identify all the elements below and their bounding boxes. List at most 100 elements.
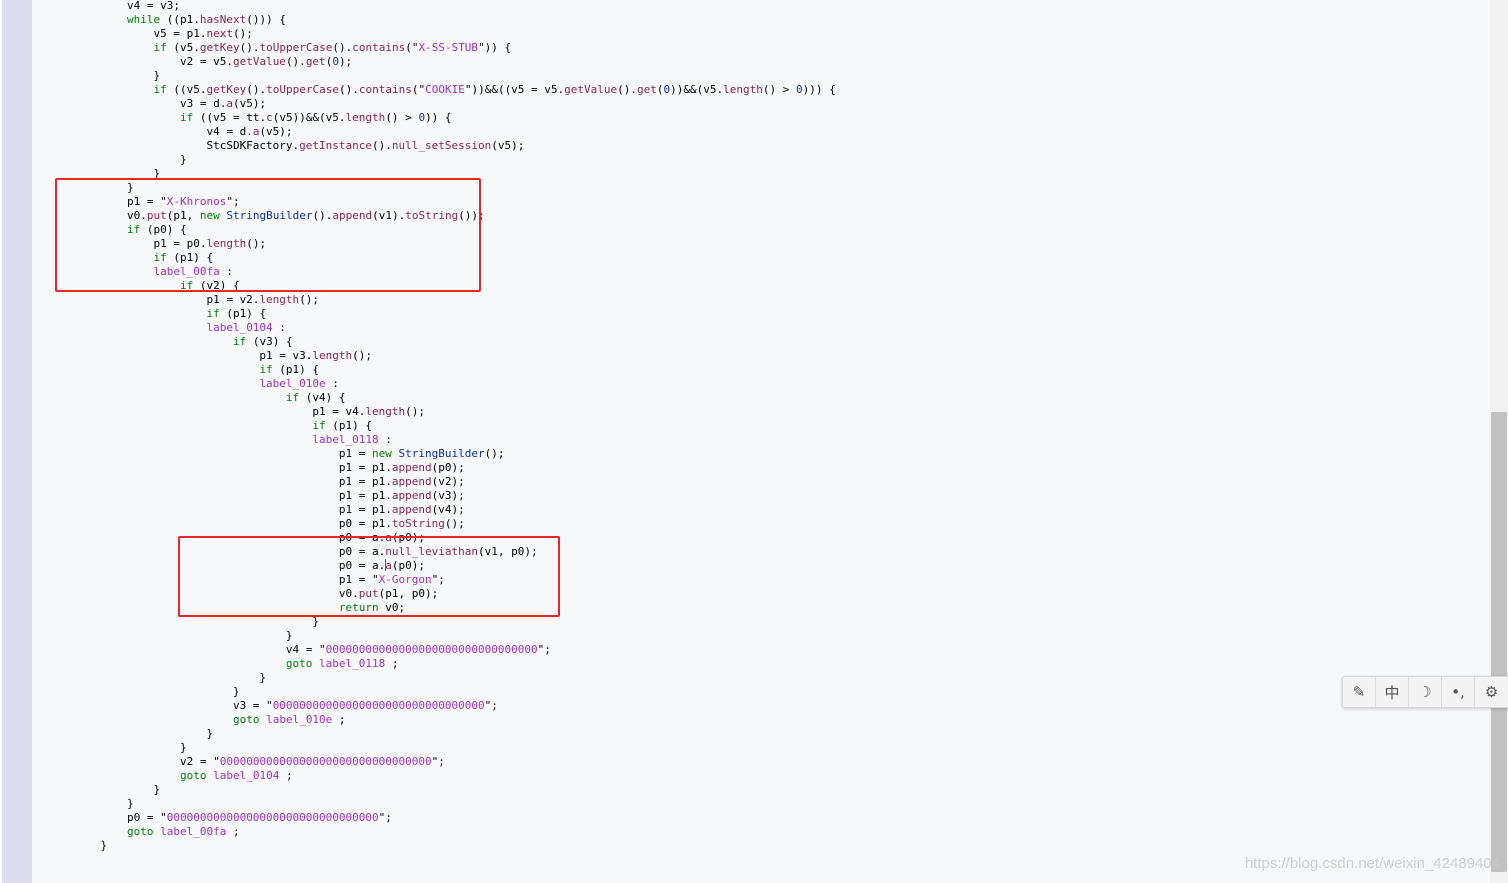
code-token: get <box>305 55 326 68</box>
code-token: label_0118 <box>319 657 386 670</box>
code-line: } <box>74 727 836 741</box>
code-token: (p0); <box>391 559 426 572</box>
code-token: ; <box>226 825 240 838</box>
code-line: label_010e : <box>74 377 836 391</box>
code-token: append <box>391 489 432 502</box>
code-token: label_0104 <box>213 769 280 782</box>
code-token: (); <box>232 27 253 40</box>
scrollbar-thumb[interactable] <box>1491 412 1507 872</box>
code-token: ((v5 = tt. <box>193 111 267 124</box>
code-token: p1 = p1. <box>74 489 392 502</box>
code-token: label_010e <box>259 377 326 390</box>
code-line: p1 = v3.length(); <box>74 349 836 363</box>
punctuation-button[interactable]: •, <box>1442 677 1475 707</box>
code-token: 00000000000000000000000000000000 <box>219 755 432 768</box>
code-token: v5 = p1. <box>74 27 207 40</box>
language-zh-button[interactable]: 中 <box>1376 677 1409 707</box>
code-token: ; <box>385 657 399 670</box>
code-line: } <box>74 615 836 629</box>
code-token: (p1) { <box>219 307 267 320</box>
code-token: label_010e <box>266 713 333 726</box>
code-token: p1 = p0. <box>74 237 207 250</box>
code-token: StringBuilder <box>226 209 313 222</box>
code-token: new <box>199 209 220 222</box>
code-line: p0 = p1.toString(); <box>74 517 836 531</box>
code-token: ))) { <box>802 83 836 96</box>
code-token: if <box>206 307 220 320</box>
code-line: } <box>74 167 836 181</box>
code-token: append <box>332 209 373 222</box>
code-token: "; <box>431 755 445 768</box>
code-token: if <box>126 223 141 236</box>
edit-icon-icon: ✎ <box>1352 683 1366 701</box>
code-line: if (v3) { <box>74 335 836 349</box>
code-line: p0 = "00000000000000000000000000000000"; <box>74 811 836 825</box>
code-token: v2 = " <box>74 755 220 768</box>
code-line: goto label_00fa ; <box>74 825 836 839</box>
code-token: (" <box>405 41 419 54</box>
code-line: v2 = v5.getValue().get(0); <box>74 55 836 69</box>
code-line: if (v2) { <box>74 279 836 293</box>
code-token: () > <box>385 111 419 124</box>
code-token: toString <box>391 517 445 530</box>
code-token: } <box>74 839 108 852</box>
code-token: a <box>385 559 392 572</box>
code-token: (); <box>299 293 320 306</box>
code-token: getValue <box>232 55 286 68</box>
code-token: get <box>637 83 657 96</box>
code-token: p1 = " <box>74 195 167 208</box>
code-token: } <box>74 741 187 754</box>
code-line: v0.put(p1, new StringBuilder().append(v1… <box>74 209 836 223</box>
code-token: : <box>378 433 392 446</box>
night-mode-button[interactable]: ☽ <box>1409 677 1442 707</box>
code-token: : <box>219 265 233 278</box>
code-token: getValue <box>564 83 618 96</box>
code-line: if (v4) { <box>74 391 836 405</box>
code-line: return v0; <box>74 601 836 615</box>
punctuation-icon: •, <box>1451 683 1465 701</box>
code-line: v4 = v3; <box>74 0 836 13</box>
code-line: v4 = d.a(v5); <box>74 125 836 139</box>
code-token: label_0118 <box>312 433 379 446</box>
code-token: (v1, p0); <box>477 545 538 558</box>
code-token: (); <box>444 517 465 530</box>
code-token: (); <box>484 447 505 460</box>
code-token: p0 = a. <box>74 531 386 544</box>
code-token: X-SS-STUB <box>418 41 479 54</box>
code-token: put <box>358 587 379 600</box>
code-line: p1 = p1.append(v2); <box>74 475 836 489</box>
code-line: p1 = p1.append(v4); <box>74 503 836 517</box>
code-token: p0 = p1. <box>74 517 392 530</box>
code-viewer[interactable]: v4 = v3; while ((p1.hasNext())) { v5 = p… <box>32 0 1490 883</box>
edit-icon-button[interactable]: ✎ <box>1343 677 1376 707</box>
code-token: (" <box>411 83 426 96</box>
code-line: goto label_010e ; <box>74 713 836 727</box>
code-token: p1 = v3. <box>74 349 313 362</box>
code-token: (p1, <box>166 209 200 222</box>
code-token: (). <box>332 41 353 54</box>
code-token: v4 = v3; <box>74 0 180 12</box>
code-token: )) { <box>425 111 452 124</box>
code-token: label_00fa <box>153 265 220 278</box>
editor-gutter <box>2 0 32 883</box>
code-line: label_0118 : <box>74 433 836 447</box>
code-token: v3 = d. <box>74 97 227 110</box>
code-token: : <box>325 377 339 390</box>
code-line: } <box>74 839 836 853</box>
code-token: COOKIE <box>425 83 465 96</box>
code-token: goto <box>285 657 313 670</box>
code-token: c <box>266 111 273 124</box>
settings-button[interactable]: ⚙ <box>1475 677 1508 707</box>
code-token: 0 <box>796 83 803 96</box>
code-line: } <box>74 153 836 167</box>
code-line: v5 = p1.next(); <box>74 27 836 41</box>
code-token: (v4) { <box>299 391 346 404</box>
